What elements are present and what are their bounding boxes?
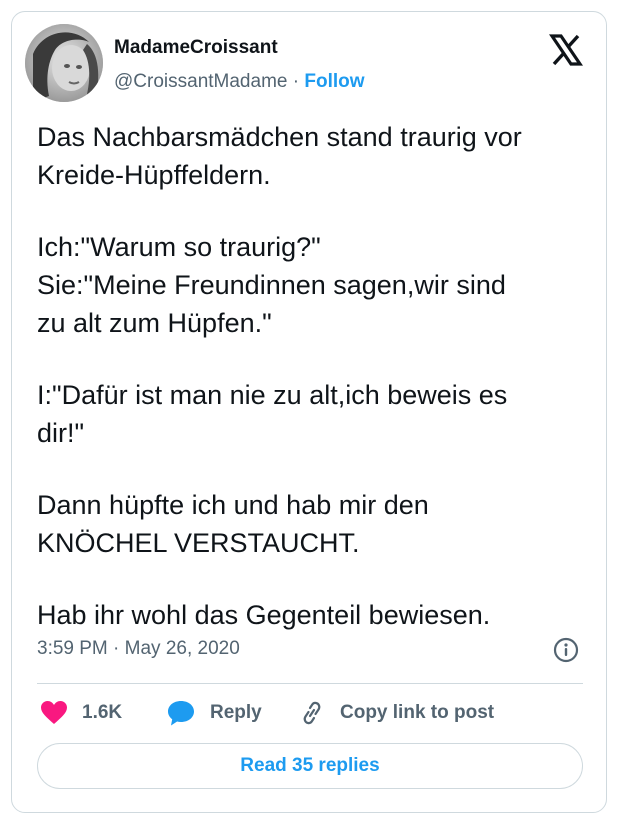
avatar[interactable]	[25, 24, 103, 102]
tweet-paragraph: Dann hüpfte ich und hab mir den KNÖCHEL …	[37, 486, 587, 562]
divider	[37, 683, 583, 684]
tweet-paragraph: Ich:"Warum so traurig?" Sie:"Meine Freun…	[37, 228, 587, 342]
read-replies-button[interactable]: Read 35 replies	[37, 743, 583, 789]
x-logo-icon[interactable]	[548, 33, 584, 67]
tweet-line: zu alt zum Hüpfen."	[37, 308, 272, 338]
tweet-time[interactable]: 3:59 PM	[37, 638, 108, 659]
date-separator: ·	[113, 638, 120, 659]
handle-row: @CroissantMadame · Follow	[114, 71, 365, 93]
link-icon	[303, 701, 321, 725]
timestamp-row[interactable]: 3:59 PM · May 26, 2020	[37, 638, 240, 660]
tweet-date[interactable]: May 26, 2020	[125, 638, 240, 659]
like-count: 1.6K	[82, 702, 123, 723]
reply-bubble-icon	[168, 701, 194, 726]
tweet-paragraph: Hab ihr wohl das Gegenteil bewiesen.	[37, 596, 587, 634]
reply-label: Reply	[210, 702, 262, 723]
info-icon[interactable]	[553, 637, 579, 663]
tweet-paragraph: I:"Dafür ist man nie zu alt,ich beweis e…	[37, 376, 587, 452]
copy-link-label: Copy link to post	[340, 702, 495, 723]
tweet-line: dir!"	[37, 418, 85, 448]
heart-icon	[41, 701, 67, 724]
tweet-text: Das Nachbarsmädchen stand traurig vor Kr…	[37, 118, 587, 634]
tweet-line: Sie:"Meine Freundinnen sagen,wir sind	[37, 270, 506, 300]
tweet-line: KNÖCHEL VERSTAUCHT.	[37, 528, 360, 558]
tweet-line: I:"Dafür ist man nie zu alt,ich beweis e…	[37, 380, 508, 410]
copy-link-button[interactable]: Copy link to post	[298, 700, 494, 726]
tweet-line: Das Nachbarsmädchen stand traurig vor	[37, 122, 522, 152]
tweet-line: Kreide-Hüpffeldern.	[37, 160, 271, 190]
tweet-line: Dann hüpfte ich und hab mir den	[37, 490, 429, 520]
tweet-line: Ich:"Warum so traurig?"	[37, 232, 321, 262]
follow-button[interactable]: Follow	[304, 71, 364, 92]
author-handle[interactable]: @CroissantMadame	[114, 71, 287, 92]
tweet-paragraph: Das Nachbarsmädchen stand traurig vor Kr…	[37, 118, 587, 194]
like-button[interactable]: 1.6K	[40, 700, 122, 726]
tweet-line: Hab ihr wohl das Gegenteil bewiesen.	[37, 600, 491, 630]
reply-button[interactable]: Reply	[166, 700, 262, 726]
author-name[interactable]: MadameCroissant	[114, 37, 278, 59]
handle-separator: ·	[292, 71, 300, 92]
